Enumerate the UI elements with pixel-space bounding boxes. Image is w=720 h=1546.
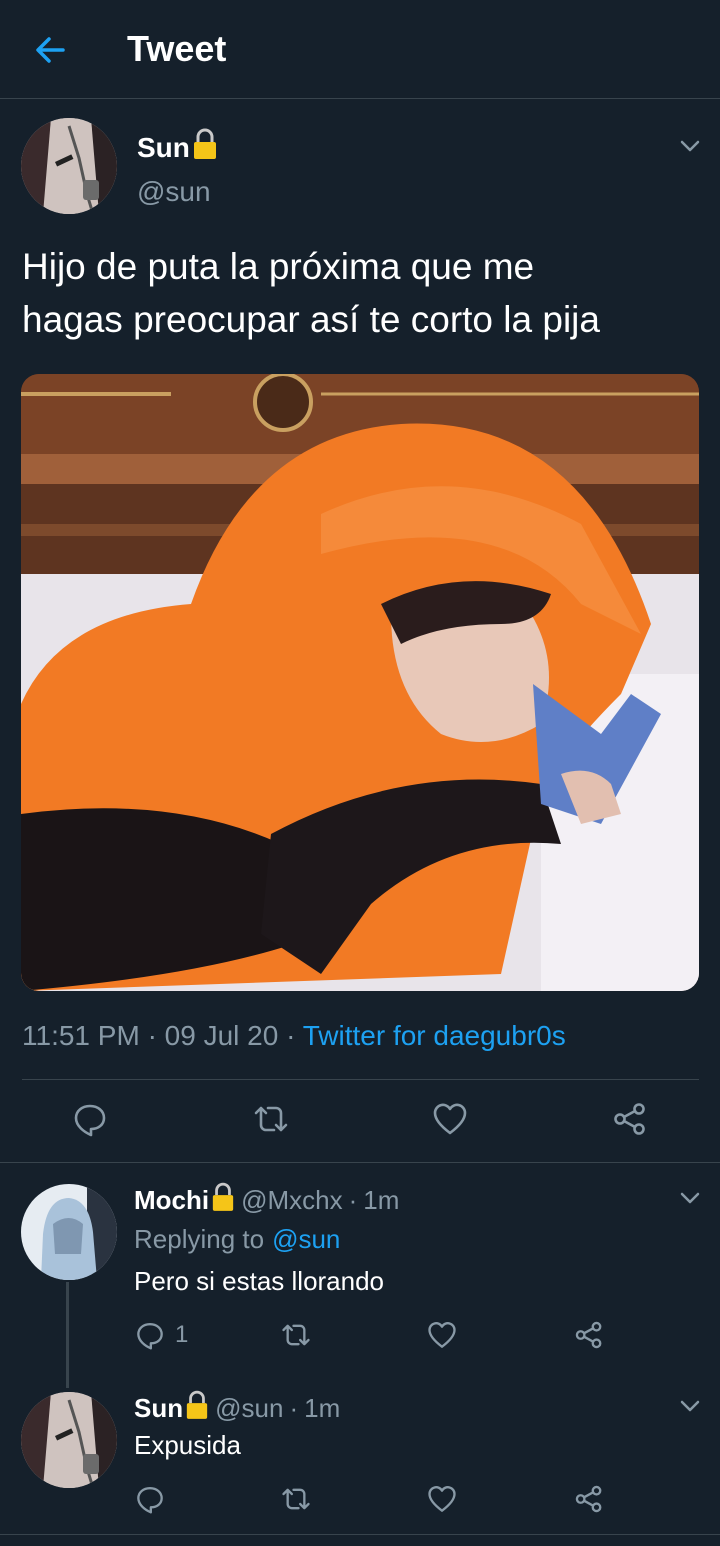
- chevron-down-icon[interactable]: [678, 1394, 702, 1418]
- tweet-text: Hijo de puta la próxima que me hagas pre…: [22, 240, 702, 346]
- replying-to: Replying to @sun: [134, 1224, 340, 1255]
- divider: [0, 1162, 720, 1163]
- reply-text: Pero si estas llorando: [134, 1266, 385, 1296]
- heart-icon: [428, 1486, 456, 1512]
- heart-icon: [433, 1103, 467, 1135]
- reply-header: Mochi @Mxchx · 1m: [134, 1182, 399, 1219]
- reply-time: 1m: [304, 1393, 341, 1423]
- retweet-icon: [282, 1324, 310, 1346]
- author-handle[interactable]: @sun: [137, 176, 211, 208]
- lock-icon: [192, 128, 218, 167]
- reply-header: Sun @sun · 1m: [134, 1390, 340, 1427]
- reply-button[interactable]: [72, 1101, 108, 1137]
- separator: ·: [286, 1020, 296, 1051]
- retweet-icon: [282, 1488, 310, 1510]
- author-handle[interactable]: @Mxchx: [241, 1185, 343, 1216]
- avatar[interactable]: [21, 1184, 117, 1280]
- chevron-down-icon[interactable]: [678, 1186, 702, 1210]
- separator: ·: [289, 1393, 299, 1423]
- like-button[interactable]: [427, 1484, 457, 1514]
- reply-count: 1: [175, 1321, 189, 1348]
- reply-button[interactable]: 1: [135, 1320, 188, 1350]
- reply-text: Expusida: [134, 1430, 241, 1460]
- avatar[interactable]: [21, 1392, 117, 1488]
- retweet-button[interactable]: [252, 1101, 290, 1137]
- author-name[interactable]: Mochi: [134, 1185, 209, 1216]
- tweet-date: 09 Jul 20: [164, 1020, 279, 1051]
- top-bar: Tweet: [0, 0, 720, 99]
- replying-prefix: Replying to: [134, 1224, 265, 1254]
- retweet-button[interactable]: [280, 1320, 312, 1350]
- tweet-image[interactable]: [21, 374, 699, 991]
- tweet-time: 11:51 PM: [22, 1020, 140, 1051]
- share-icon: [575, 1485, 602, 1513]
- retweet-button[interactable]: [280, 1484, 312, 1514]
- lock-icon: [211, 1182, 235, 1219]
- page-title: Tweet: [127, 28, 227, 69]
- reply-icon: [137, 1487, 163, 1514]
- share-icon: [614, 1103, 645, 1135]
- separator: ·: [147, 1020, 157, 1051]
- chevron-down-icon[interactable]: [678, 134, 702, 158]
- reply-time: 1m: [363, 1185, 400, 1215]
- like-button[interactable]: [432, 1101, 468, 1137]
- tweet-meta: 11:51 PM · 09 Jul 20 · Twitter for daegu…: [22, 1020, 566, 1052]
- replying-to-link[interactable]: @sun: [272, 1224, 340, 1255]
- author-name[interactable]: Sun: [137, 128, 218, 167]
- share-button[interactable]: [574, 1484, 604, 1514]
- lock-icon: [185, 1390, 209, 1427]
- like-button[interactable]: [427, 1320, 457, 1350]
- reply-icon: [74, 1104, 106, 1137]
- reply-button[interactable]: [135, 1484, 165, 1514]
- tweet-source-link[interactable]: Twitter for daegubr0s: [303, 1020, 566, 1051]
- arrow-left-icon: [36, 37, 65, 63]
- share-button[interactable]: [574, 1320, 604, 1350]
- divider: [22, 1079, 699, 1080]
- divider: [0, 1534, 720, 1535]
- thread-line: [66, 1282, 69, 1388]
- retweet-icon: [254, 1106, 288, 1132]
- back-button[interactable]: [30, 30, 70, 70]
- avatar[interactable]: [21, 118, 117, 214]
- heart-icon: [428, 1322, 456, 1348]
- tweet-text-line: hagas preocupar así te corto la pija: [22, 299, 600, 340]
- author-handle[interactable]: @sun: [215, 1393, 283, 1424]
- share-button[interactable]: [612, 1101, 648, 1137]
- reply-icon: [137, 1323, 163, 1350]
- author-name[interactable]: Sun: [134, 1393, 183, 1424]
- separator: ·: [348, 1185, 358, 1215]
- share-icon: [575, 1321, 602, 1349]
- tweet-text-line: Hijo de puta la próxima que me: [22, 246, 535, 287]
